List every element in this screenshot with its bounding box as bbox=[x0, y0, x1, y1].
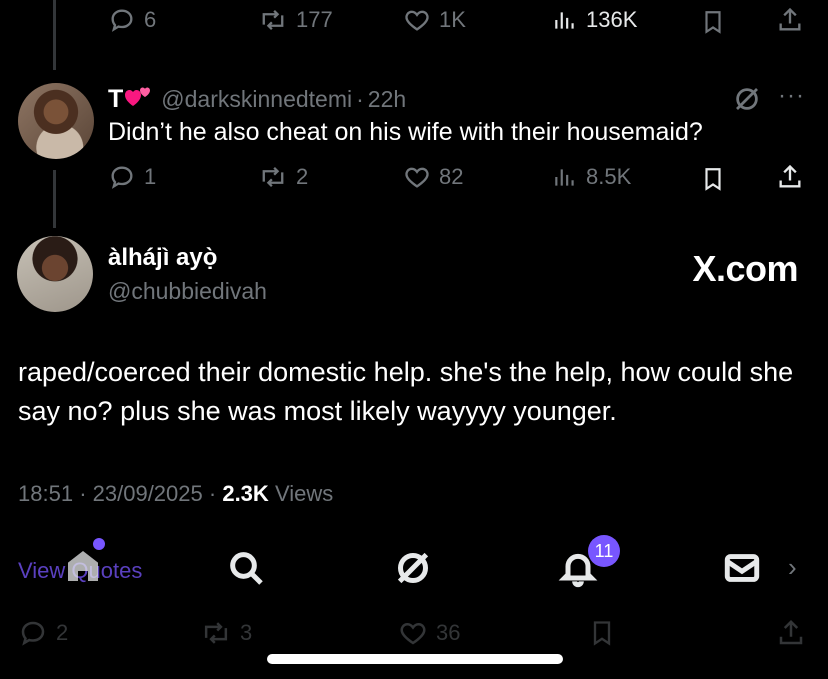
like-count: 82 bbox=[439, 164, 464, 189]
tweet-time[interactable]: 18:51 bbox=[18, 481, 73, 506]
messages-icon[interactable] bbox=[722, 550, 762, 586]
reply-count: 6 bbox=[144, 7, 157, 32]
reply-action[interactable]: 2 bbox=[18, 618, 68, 648]
hearts-emoji-icon bbox=[123, 84, 153, 115]
like-icon bbox=[398, 618, 428, 648]
repost-action[interactable]: 3 bbox=[200, 618, 252, 648]
share-action[interactable] bbox=[776, 6, 804, 34]
views-count: 8.5K bbox=[586, 164, 632, 189]
avatar[interactable] bbox=[18, 83, 94, 159]
bookmark-icon bbox=[700, 165, 726, 193]
bookmark-icon bbox=[700, 8, 726, 36]
tweet-date[interactable]: 23/09/2025 bbox=[93, 481, 203, 506]
views-label: Views bbox=[274, 481, 334, 506]
share-action[interactable] bbox=[776, 163, 804, 191]
repost-icon bbox=[258, 6, 288, 34]
handle[interactable]: @darkskinnedtemi bbox=[161, 86, 352, 113]
display-name[interactable]: àlhájì ayọ̀ bbox=[108, 244, 217, 272]
like-icon bbox=[403, 163, 431, 191]
views-icon bbox=[552, 163, 578, 191]
like-action[interactable]: 1K bbox=[403, 6, 466, 34]
timestamp[interactable]: 22h bbox=[368, 86, 406, 113]
bookmark-action[interactable] bbox=[588, 618, 616, 648]
avatar[interactable] bbox=[17, 236, 93, 312]
views-action[interactable]: 8.5K bbox=[552, 163, 631, 191]
repost-icon bbox=[200, 618, 232, 648]
repost-icon bbox=[258, 163, 288, 191]
like-count: 1K bbox=[439, 7, 466, 32]
views-count: 136K bbox=[586, 7, 638, 32]
search-icon[interactable] bbox=[226, 548, 266, 588]
reply-count: 2 bbox=[56, 620, 69, 645]
repost-count: 3 bbox=[240, 620, 253, 645]
bookmark-action[interactable] bbox=[700, 8, 726, 36]
reply-action[interactable]: 1 bbox=[108, 163, 156, 191]
reply-action[interactable]: 6 bbox=[108, 6, 156, 34]
xcom-watermark: X.com bbox=[692, 248, 798, 289]
thread-line-middle bbox=[53, 170, 56, 228]
like-action[interactable]: 82 bbox=[403, 163, 463, 191]
thread-line-top bbox=[53, 0, 56, 70]
grok-icon[interactable] bbox=[393, 548, 433, 588]
handle[interactable]: @chubbiedivah bbox=[108, 278, 267, 305]
views-action[interactable]: 136K bbox=[552, 6, 637, 34]
display-name[interactable]: T bbox=[108, 85, 123, 114]
tweet-meta: 18:51 · 23/09/2025 · 2.3K Views bbox=[18, 481, 333, 507]
reply-icon bbox=[108, 163, 136, 191]
chevron-right-icon: › bbox=[788, 552, 797, 582]
views-icon bbox=[552, 6, 578, 34]
home-notification-dot bbox=[93, 538, 105, 550]
grok-icon[interactable] bbox=[732, 84, 762, 114]
share-icon bbox=[776, 618, 806, 648]
bookmark-action[interactable] bbox=[700, 165, 726, 193]
share-action[interactable] bbox=[776, 618, 806, 648]
reply-icon bbox=[18, 618, 48, 648]
repost-count: 2 bbox=[296, 164, 309, 189]
like-action[interactable]: 36 bbox=[398, 618, 460, 648]
separator: · bbox=[79, 481, 87, 506]
notifications-badge: 11 bbox=[588, 535, 620, 567]
repost-action[interactable]: 2 bbox=[258, 163, 308, 191]
home-icon[interactable] bbox=[62, 546, 104, 586]
reply-icon bbox=[108, 6, 136, 34]
repost-count: 177 bbox=[296, 7, 333, 32]
separator: · bbox=[356, 86, 364, 112]
share-icon bbox=[776, 6, 804, 34]
reply-count: 1 bbox=[144, 164, 157, 189]
tweet-text: raped/coerced their domestic help. she's… bbox=[18, 357, 794, 426]
separator: · bbox=[208, 481, 217, 506]
more-icon[interactable]: ··· bbox=[778, 82, 805, 110]
bookmark-icon bbox=[588, 618, 616, 648]
like-icon bbox=[403, 6, 431, 34]
like-count: 36 bbox=[436, 620, 461, 645]
home-indicator[interactable] bbox=[267, 654, 563, 664]
repost-action[interactable]: 177 bbox=[258, 6, 333, 34]
tweet-text: Didn’t he also cheat on his wife with th… bbox=[108, 118, 703, 146]
share-icon bbox=[776, 163, 804, 191]
views-count: 2.3K bbox=[222, 481, 269, 506]
